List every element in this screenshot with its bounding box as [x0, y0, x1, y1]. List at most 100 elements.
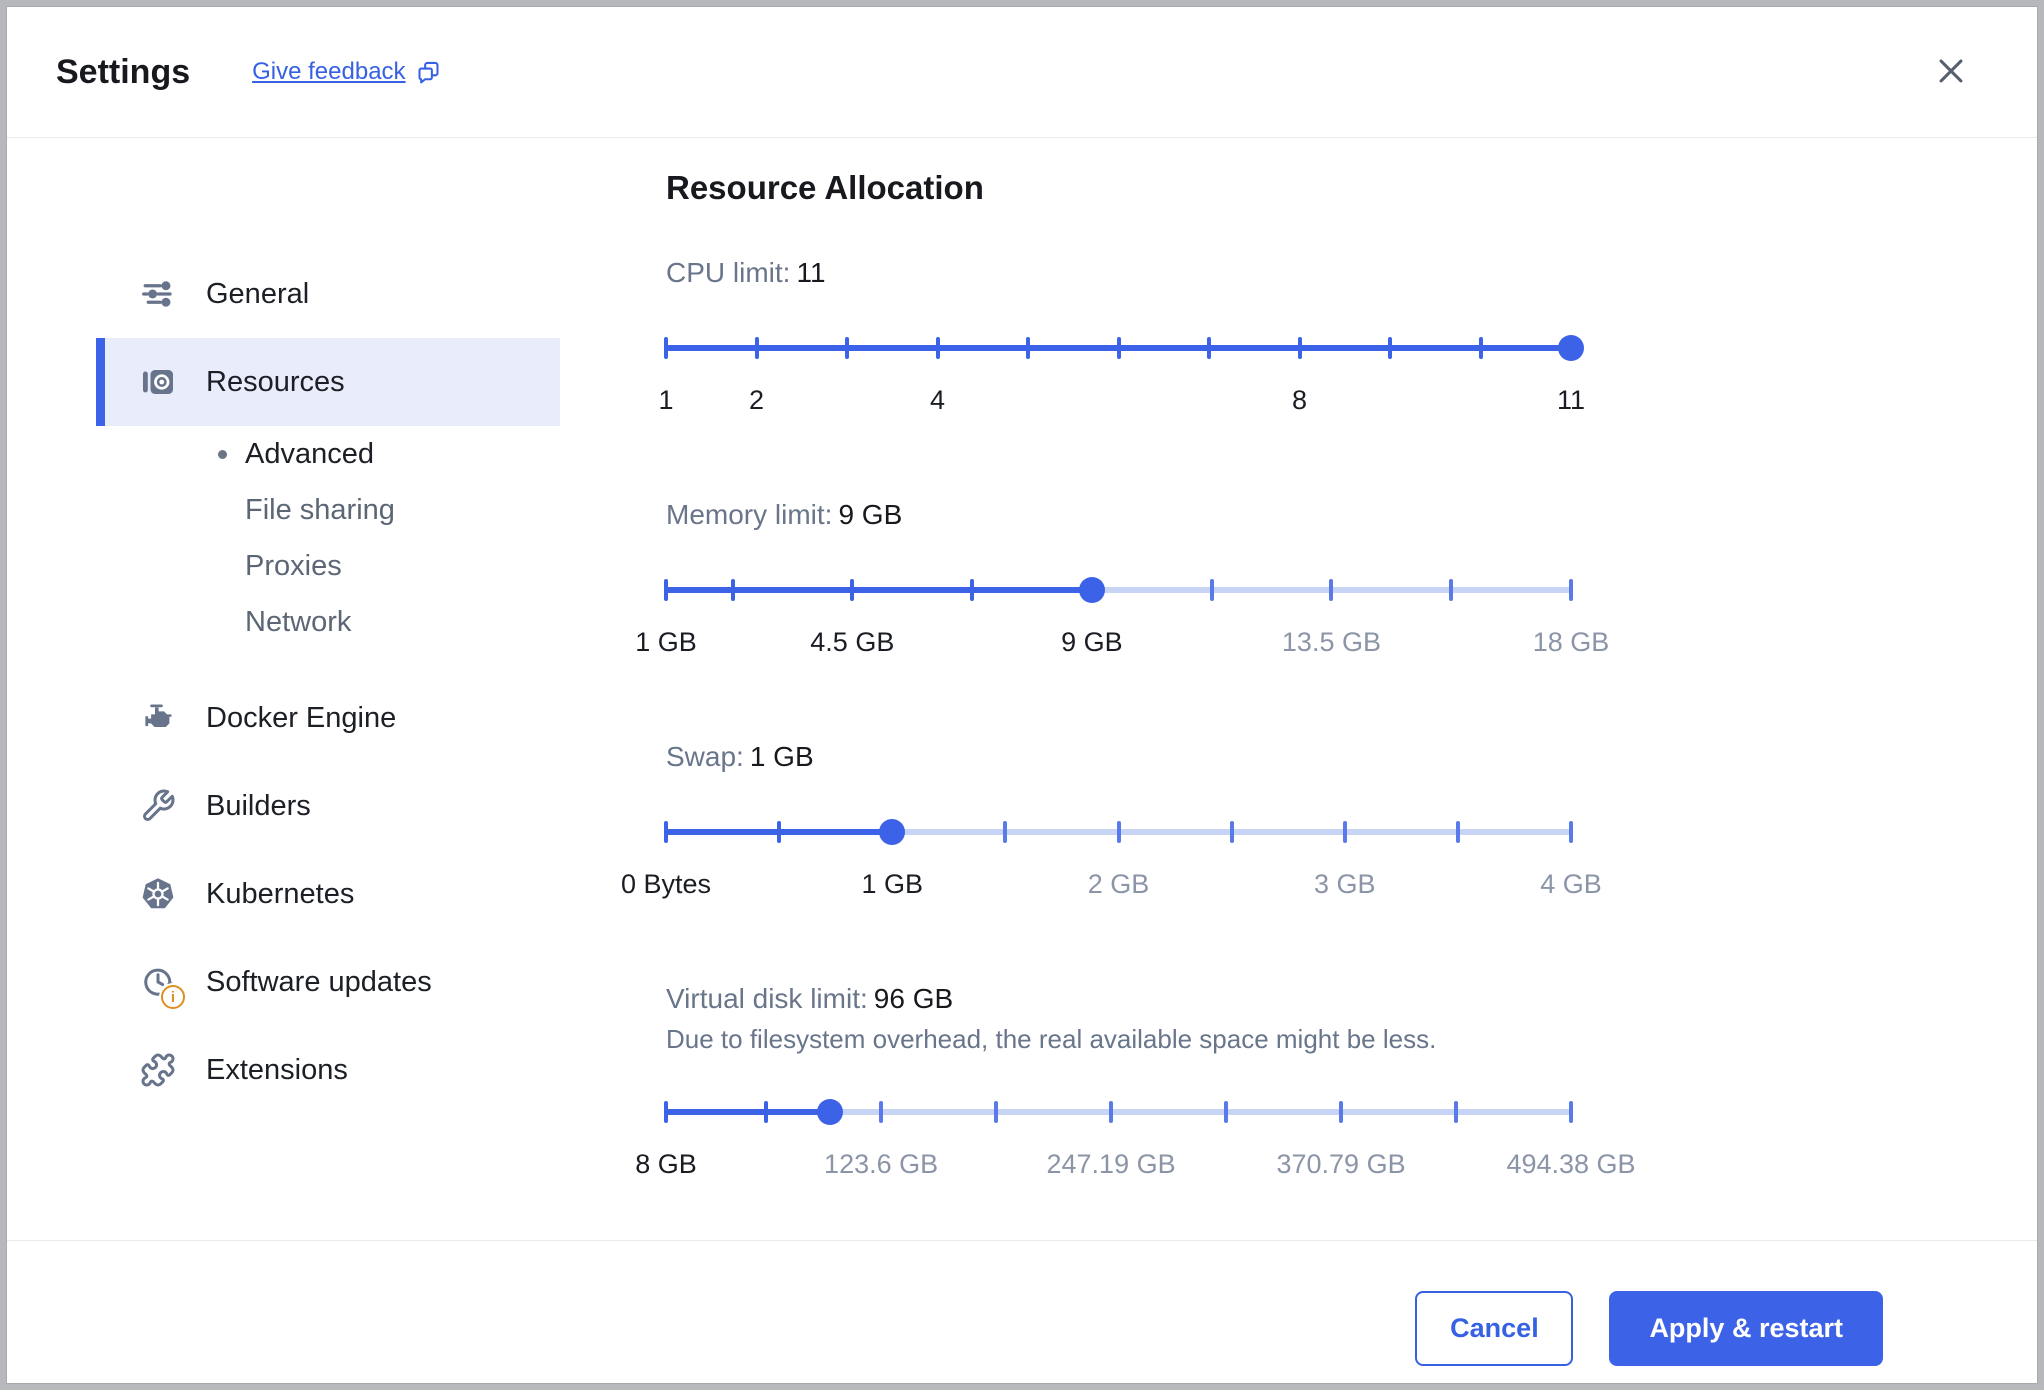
tick-label: 123.6 GB	[824, 1149, 939, 1179]
memory-limit-handle[interactable]	[1078, 577, 1105, 603]
slider-tick	[777, 821, 782, 843]
tick-label: 2 GB	[1087, 869, 1150, 899]
sidebar-subitem-label: Network	[245, 605, 352, 638]
cpu-limit-handle[interactable]	[1558, 335, 1584, 361]
active-bullet-icon	[218, 618, 227, 627]
slider-tick	[1455, 821, 1460, 843]
tick-label: 13.5 GB	[1281, 627, 1381, 657]
sidebar-subitem-advanced[interactable]: Advanced	[96, 426, 560, 482]
settings-sidebar: General Resources Advanced File sharing …	[7, 138, 607, 1240]
tick-label: 247.19 GB	[1046, 1149, 1176, 1179]
sidebar-item-kubernetes[interactable]: Kubernetes	[96, 850, 560, 938]
tick-label: 3 GB	[1313, 869, 1376, 899]
body: General Resources Advanced File sharing …	[7, 138, 2037, 1240]
sidebar-subitem-proxies[interactable]: Proxies	[96, 538, 560, 594]
swap-track[interactable]	[664, 818, 1573, 846]
tick-label: 1 GB	[861, 869, 924, 899]
sidebar-item-general[interactable]: General	[96, 250, 560, 338]
apply-restart-button[interactable]: Apply & restart	[1609, 1291, 1883, 1366]
slider-tick	[1229, 821, 1234, 843]
sidebar-item-docker-engine[interactable]: Docker Engine	[96, 674, 560, 762]
slider-track-fill	[666, 1109, 830, 1115]
slider-tick	[994, 1101, 999, 1123]
slider-tick	[879, 1101, 884, 1123]
sidebar-item-label: General	[206, 277, 310, 310]
slider-tick	[1329, 579, 1334, 601]
puzzle-icon	[140, 1052, 176, 1088]
sidebar-item-label: Extensions	[206, 1053, 348, 1086]
slider-tick	[664, 1101, 668, 1123]
slider-tick	[1569, 821, 1573, 843]
sidebar-subitem-file-sharing[interactable]: File sharing	[96, 482, 560, 538]
sidebar-item-software-updates[interactable]: Software updates	[96, 938, 560, 1026]
sidebar-item-label: Resources	[206, 365, 345, 398]
cancel-button[interactable]: Cancel	[1415, 1291, 1574, 1366]
sidebar-item-builders[interactable]: Builders	[96, 762, 560, 850]
sidebar-subitem-network[interactable]: Network	[96, 594, 560, 650]
slider-tick	[1116, 337, 1121, 359]
tick-label: 9 GB	[1061, 627, 1123, 657]
feedback-link[interactable]: Give feedback	[252, 58, 441, 86]
sidebar-subitem-label: Proxies	[245, 549, 342, 582]
header: Settings Give feedback	[7, 7, 2037, 138]
virtual-disk-limit-handle[interactable]	[816, 1099, 843, 1125]
slider-label: CPU limit:	[666, 257, 791, 288]
footer: Cancel Apply & restart	[7, 1240, 2037, 1383]
feedback-link-label: Give feedback	[252, 58, 406, 85]
slider-tick	[1388, 337, 1392, 359]
slider-tick	[970, 579, 975, 601]
slider-tick	[1339, 1101, 1344, 1123]
slider-label: Virtual disk limit:	[666, 983, 868, 1014]
sidebar-item-extensions[interactable]: Extensions	[96, 1026, 560, 1114]
memory-limit-value: 9 GB	[838, 499, 903, 530]
page-title: Resource Allocation	[666, 169, 984, 206]
sidebar-item-label: Software updates	[206, 965, 432, 998]
active-bullet-icon	[218, 562, 227, 571]
slider-tick-labels: 1 2 4 8 11	[658, 384, 1585, 416]
slider-tick	[1569, 579, 1573, 601]
close-button[interactable]	[1931, 52, 1971, 92]
slider-tick	[730, 579, 735, 601]
virtual-disk-limit-track[interactable]	[664, 1098, 1573, 1126]
slider-tick-labels: 0 Bytes 1 GB 2 GB 3 GB 4 GB	[621, 868, 1602, 900]
sliders-container: CPU limit: 11 1 2 4 8 11 Memory limit: 9 GB 1 …	[621, 256, 1636, 1180]
slider-tick	[1449, 579, 1454, 601]
slider-label: Swap:	[666, 741, 744, 772]
cpu-limit-track[interactable]	[664, 334, 1584, 362]
cpu-limit-slider: CPU limit: 11 1 2 4 8 11	[658, 256, 1585, 416]
tick-label: 2	[748, 385, 765, 415]
swap-handle[interactable]	[879, 819, 906, 845]
tick-label: 1	[658, 385, 674, 415]
slider-tick	[1342, 821, 1347, 843]
tick-label: 0 Bytes	[620, 869, 712, 899]
cpu-limit-value: 11	[796, 257, 826, 288]
slider-tick	[845, 337, 849, 359]
slider-tick	[664, 821, 668, 843]
memory-limit-track[interactable]	[664, 576, 1573, 604]
sidebar-item-label: Kubernetes	[206, 877, 355, 910]
tick-label: 4.5 GB	[810, 627, 895, 657]
sidebar-subitem-label: Advanced	[245, 437, 374, 470]
slider-tick	[664, 337, 668, 359]
slider-tick	[1569, 1101, 1573, 1123]
engine-icon	[140, 700, 176, 736]
slider-tick	[754, 337, 759, 359]
slider-tick	[1003, 821, 1008, 843]
slider-tick	[1207, 337, 1211, 359]
memory-limit-slider: Memory limit: 9 GB 1 GB 4.5 GB 9 GB 13.5 GB 1…	[635, 498, 1609, 658]
sidebar-item-resources[interactable]: Resources	[96, 338, 560, 426]
sidebar-item-label: Docker Engine	[206, 701, 397, 734]
tick-label: 4 GB	[1540, 869, 1602, 899]
wrench-icon	[140, 788, 176, 824]
virtual-disk-limit-slider: Virtual disk limit: 96 GB Due to filesyst…	[635, 982, 1635, 1180]
slider-tick	[1224, 1101, 1229, 1123]
clock-update-icon	[140, 964, 185, 1009]
slider-tick	[1109, 1101, 1114, 1123]
slider-tick	[850, 579, 855, 601]
tick-label: 8 GB	[635, 1149, 697, 1179]
info-badge-icon	[161, 985, 185, 1009]
resources-icon	[140, 364, 176, 400]
slider-note: Due to filesystem overhead, the real ava…	[666, 1024, 1437, 1054]
slider-tick	[935, 337, 940, 359]
swap-value: 1 GB	[749, 741, 814, 772]
